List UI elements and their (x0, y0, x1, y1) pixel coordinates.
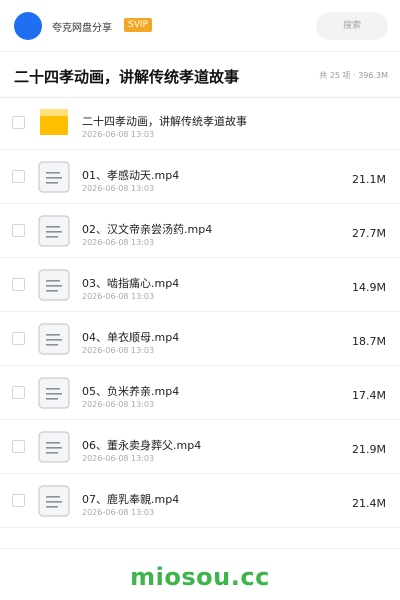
select-checkbox[interactable] (12, 170, 25, 183)
item-size: 21.9M (352, 443, 386, 456)
select-checkbox[interactable] (12, 386, 25, 399)
item-date: 2026-06-08 13:03 (82, 292, 155, 301)
list-item[interactable]: 06、董永卖身葬父.mp4 2026-06-08 13:03 21.9M (0, 420, 400, 474)
item-name: 05、负米养亲.mp4 (82, 385, 180, 398)
list-item[interactable]: 05、负米养亲.mp4 2026-06-08 13:03 17.4M (0, 366, 400, 420)
select-checkbox[interactable] (12, 440, 25, 453)
item-date: 2026-06-08 13:03 (82, 184, 155, 193)
list-item[interactable]: 03、啮指痛心.mp4 2026-06-08 13:03 14.9M (0, 258, 400, 312)
folder-title-bar: 二十四孝动画，讲解传统孝道故事 共 25 项 · 396.3M (0, 52, 400, 98)
page-title: 二十四孝动画，讲解传统孝道故事 (14, 68, 240, 86)
item-name: 07、鹿乳奉親.mp4 (82, 493, 180, 506)
list-item[interactable]: 07、鹿乳奉親.mp4 2026-06-08 13:03 21.4M (0, 474, 400, 528)
item-name: 二十四孝动画，讲解传统孝道故事 (82, 115, 247, 128)
item-size: 14.9M (352, 281, 386, 294)
item-name: 02、汉文帝亲尝汤药.mp4 (82, 223, 213, 236)
select-checkbox[interactable] (12, 494, 25, 507)
item-date: 2026-06-08 13:03 (82, 454, 155, 463)
footer: miosou.cc (0, 548, 400, 600)
item-name: 04、单衣顺母.mp4 (82, 331, 180, 344)
list-item[interactable]: 04、单衣顺母.mp4 2026-06-08 13:03 18.7M (0, 312, 400, 366)
page: 夸克网盘分享 SVIP 二十四孝动画，讲解传统孝道故事 共 25 项 · 396… (0, 0, 400, 600)
brand-name: 夸克网盘分享 (52, 23, 112, 34)
item-date: 2026-06-08 13:03 (82, 130, 155, 139)
item-date: 2026-06-08 13:03 (82, 508, 155, 517)
search-input[interactable] (316, 12, 388, 40)
item-name: 01、孝感动天.mp4 (82, 169, 180, 182)
item-date: 2026-06-08 13:03 (82, 346, 155, 355)
list-item[interactable]: 01、孝感动天.mp4 2026-06-08 13:03 21.1M (0, 150, 400, 204)
select-checkbox[interactable] (12, 332, 25, 345)
header: 夸克网盘分享 SVIP (0, 0, 400, 52)
select-checkbox[interactable] (12, 116, 25, 129)
avatar[interactable] (14, 12, 42, 40)
item-size: 27.7M (352, 227, 386, 240)
item-size: 21.4M (352, 497, 386, 510)
file-icon (38, 431, 70, 463)
folder-meta: 共 25 项 · 396.3M (319, 71, 388, 80)
file-icon (38, 377, 70, 409)
item-name: 06、董永卖身葬父.mp4 (82, 439, 202, 452)
item-date: 2026-06-08 13:03 (82, 400, 155, 409)
item-size: 18.7M (352, 335, 386, 348)
file-icon (38, 485, 70, 517)
list-item[interactable]: 02、汉文帝亲尝汤药.mp4 2026-06-08 13:03 27.7M (0, 204, 400, 258)
item-name: 03、啮指痛心.mp4 (82, 277, 180, 290)
svip-badge: SVIP (124, 18, 152, 32)
select-checkbox[interactable] (12, 224, 25, 237)
item-size: 21.1M (352, 173, 386, 186)
file-icon (38, 323, 70, 355)
item-date: 2026-06-08 13:03 (82, 238, 155, 247)
file-icon (38, 215, 70, 247)
list-item[interactable]: 二十四孝动画，讲解传统孝道故事 2026-06-08 13:03 (0, 96, 400, 150)
select-checkbox[interactable] (12, 278, 25, 291)
file-icon (38, 161, 70, 193)
file-list: 二十四孝动画，讲解传统孝道故事 2026-06-08 13:03 01、孝感动天… (0, 96, 400, 528)
item-size: 17.4M (352, 389, 386, 402)
watermark-text: miosou.cc (130, 563, 270, 591)
folder-icon (38, 107, 70, 139)
file-icon (38, 269, 70, 301)
